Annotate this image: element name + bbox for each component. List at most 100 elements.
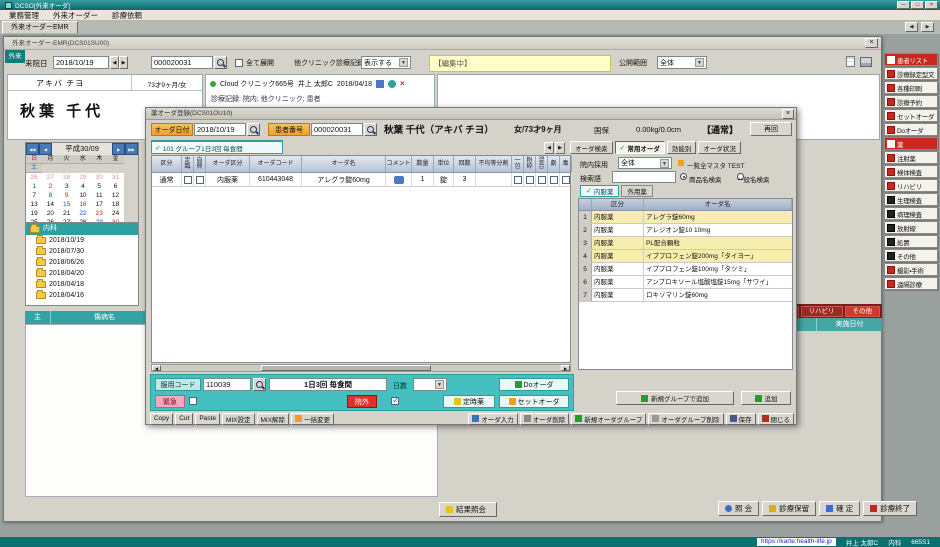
drug-row[interactable]: 2内服薬アレジオン錠10 10mg [579,224,792,237]
sidebar-item[interactable]: 撮影・手術 [884,263,938,276]
tab-scroll-right-button[interactable]: ▶ [555,142,565,154]
calendar-date[interactable]: 8 [42,191,58,200]
sidebar-item[interactable]: 注射薬 [884,151,938,164]
footer-confirm-button[interactable]: 確 定 [819,501,860,516]
modal-action-button[interactable]: 新規オーダグループ [571,413,646,425]
footer-end-button[interactable]: 診療終了 [863,501,917,516]
calendar-date[interactable]: 18 [107,200,123,209]
sidebar-item[interactable]: リハビリ [884,179,938,192]
calendar-date[interactable]: 24 [107,209,123,218]
edit-paste-button[interactable]: Paste [195,413,220,425]
sidebar-item[interactable]: 処置 [884,235,938,248]
calendar-date[interactable]: 11 [91,191,107,200]
edit-mix-clear-button[interactable]: MIX解除 [257,413,290,425]
lower-tab[interactable]: その他 [845,306,881,317]
footer-search-button[interactable]: 照 会 [718,501,759,516]
tree-item[interactable]: 2018/10/19 [26,235,138,246]
back-arrow-button[interactable]: ◀ [905,22,918,32]
calendar-date[interactable]: 15 [59,200,75,209]
drug-tab[interactable]: 外用薬 [621,185,653,197]
sidebar-item[interactable]: 放射線 [884,221,938,234]
calendar-date[interactable]: 3 [59,182,75,191]
dose-code-search-button[interactable] [253,378,266,391]
search-tab[interactable]: 効能別 [667,141,697,154]
checkbox[interactable] [184,176,192,184]
calendar-date[interactable]: 6 [107,182,123,191]
maximize-button[interactable]: □ [911,1,924,9]
menu-item[interactable]: 外来オーダー [46,10,105,21]
modal-action-button[interactable]: オーダ削除 [520,413,570,425]
calendar-prev-month-button[interactable]: ◀ [39,143,52,155]
sidebar-item[interactable]: Doオーダ [884,123,938,136]
search-tab[interactable]: オーダ検索 [570,141,613,154]
edit-mix-set-button[interactable]: MIX設定 [222,413,255,425]
menu-item[interactable]: 業務管理 [2,10,46,21]
close-button[interactable]: × [925,1,938,9]
sidebar-item[interactable]: 生理検査 [884,193,938,206]
checkbox[interactable] [562,176,570,184]
calendar-date[interactable]: 16 [75,200,91,209]
edit-bulk-change-button[interactable]: 一括変更 [291,413,334,425]
sidebar-item[interactable]: セットオーダ [884,109,938,122]
sidebar-item[interactable]: 病理検査 [884,207,938,220]
checkbox[interactable] [196,176,204,184]
calendar-date[interactable]: 9 [59,191,75,200]
add-new-group-button[interactable]: 新規グループで追加 [616,391,734,405]
calendar-date[interactable]: 17 [91,200,107,209]
patient-id-input[interactable]: 000020031 [151,56,213,69]
search-tab[interactable]: ✓常用オーダ [615,141,665,154]
sidebar-item[interactable]: 薬 [884,137,938,150]
search-tab[interactable]: オーダ状況 [698,141,741,154]
tab-scroll-left-button[interactable]: ◀ [544,142,554,154]
printer-icon[interactable] [860,57,872,67]
calendar-date[interactable]: 31 [107,173,123,182]
other-clinic-select[interactable]: 表示する▼ [361,56,411,69]
calendar-next-month-button[interactable]: ▶ [112,143,125,155]
group-tab[interactable]: ✓ 101 グループ1日3回 毎食間 [151,140,283,154]
tab-emr[interactable]: 外来オーダーEMR [2,21,78,34]
visit-date-next-button[interactable]: ▶ [119,56,128,69]
scroll-right-icon[interactable]: ▶ [561,365,570,371]
calendar-date[interactable]: 23 [91,209,107,218]
sidebar-item[interactable]: 遠隔診療 [884,277,938,290]
emr-close-icon[interactable]: × [865,38,878,48]
calendar-date[interactable]: 22 [75,209,91,218]
modal-close-icon[interactable]: × [782,109,794,119]
expand-all-checkbox[interactable] [235,59,243,67]
calendar-date[interactable]: 30 [91,173,107,182]
comment-icon[interactable] [394,176,404,184]
checkbox[interactable] [550,176,558,184]
order-table-hscrollbar[interactable]: ◀ ▶ [151,364,571,372]
order-date-search-button[interactable] [247,123,260,136]
patient-no-search-button[interactable] [364,123,377,136]
visit-date-input[interactable]: 2018/10/19 [53,56,109,69]
order-date-input[interactable]: 2018/10/19 [194,123,246,136]
urgent-checkbox[interactable] [189,397,197,405]
checkbox[interactable] [514,176,522,184]
calendar-date[interactable]: 27 [42,173,58,182]
document-icon[interactable] [846,56,855,67]
modal-action-button[interactable]: 閉じる [758,413,795,425]
radio-product-name[interactable] [680,173,687,180]
calendar-date[interactable]: 5 [91,182,107,191]
scroll-thumb[interactable] [261,365,431,371]
calendar-date[interactable]: 21 [59,209,75,218]
calendar-date[interactable]: 7 [26,191,42,200]
drug-row[interactable]: 4内服薬イブプロフェン錠200mg「タイヨー」 [579,250,792,263]
drug-row[interactable]: 1内服薬アレグラ錠60mg [579,211,792,224]
calendar-date[interactable]: 12 [107,191,123,200]
calendar-date[interactable]: 13 [26,200,42,209]
tree-item[interactable]: 2018/06/26 [26,257,138,268]
dose-code-input[interactable]: 110039 [203,378,251,391]
edit-icon[interactable] [376,80,384,88]
tree-item[interactable]: 2018/04/16 [26,290,138,301]
calendar-next-year-button[interactable]: ▶▶ [125,143,138,155]
view-icon[interactable] [388,80,396,88]
calendar-date[interactable]: 1 [26,182,42,191]
redo-button[interactable]: 再回 [750,122,792,136]
calendar-date[interactable]: 26 [26,173,42,182]
modal-action-button[interactable]: オーダ入力 [468,413,518,425]
tree-item[interactable]: 2018/04/20 [26,268,138,279]
calendar-date[interactable]: 14 [42,200,58,209]
calendar-date[interactable]: 2 [42,182,58,191]
